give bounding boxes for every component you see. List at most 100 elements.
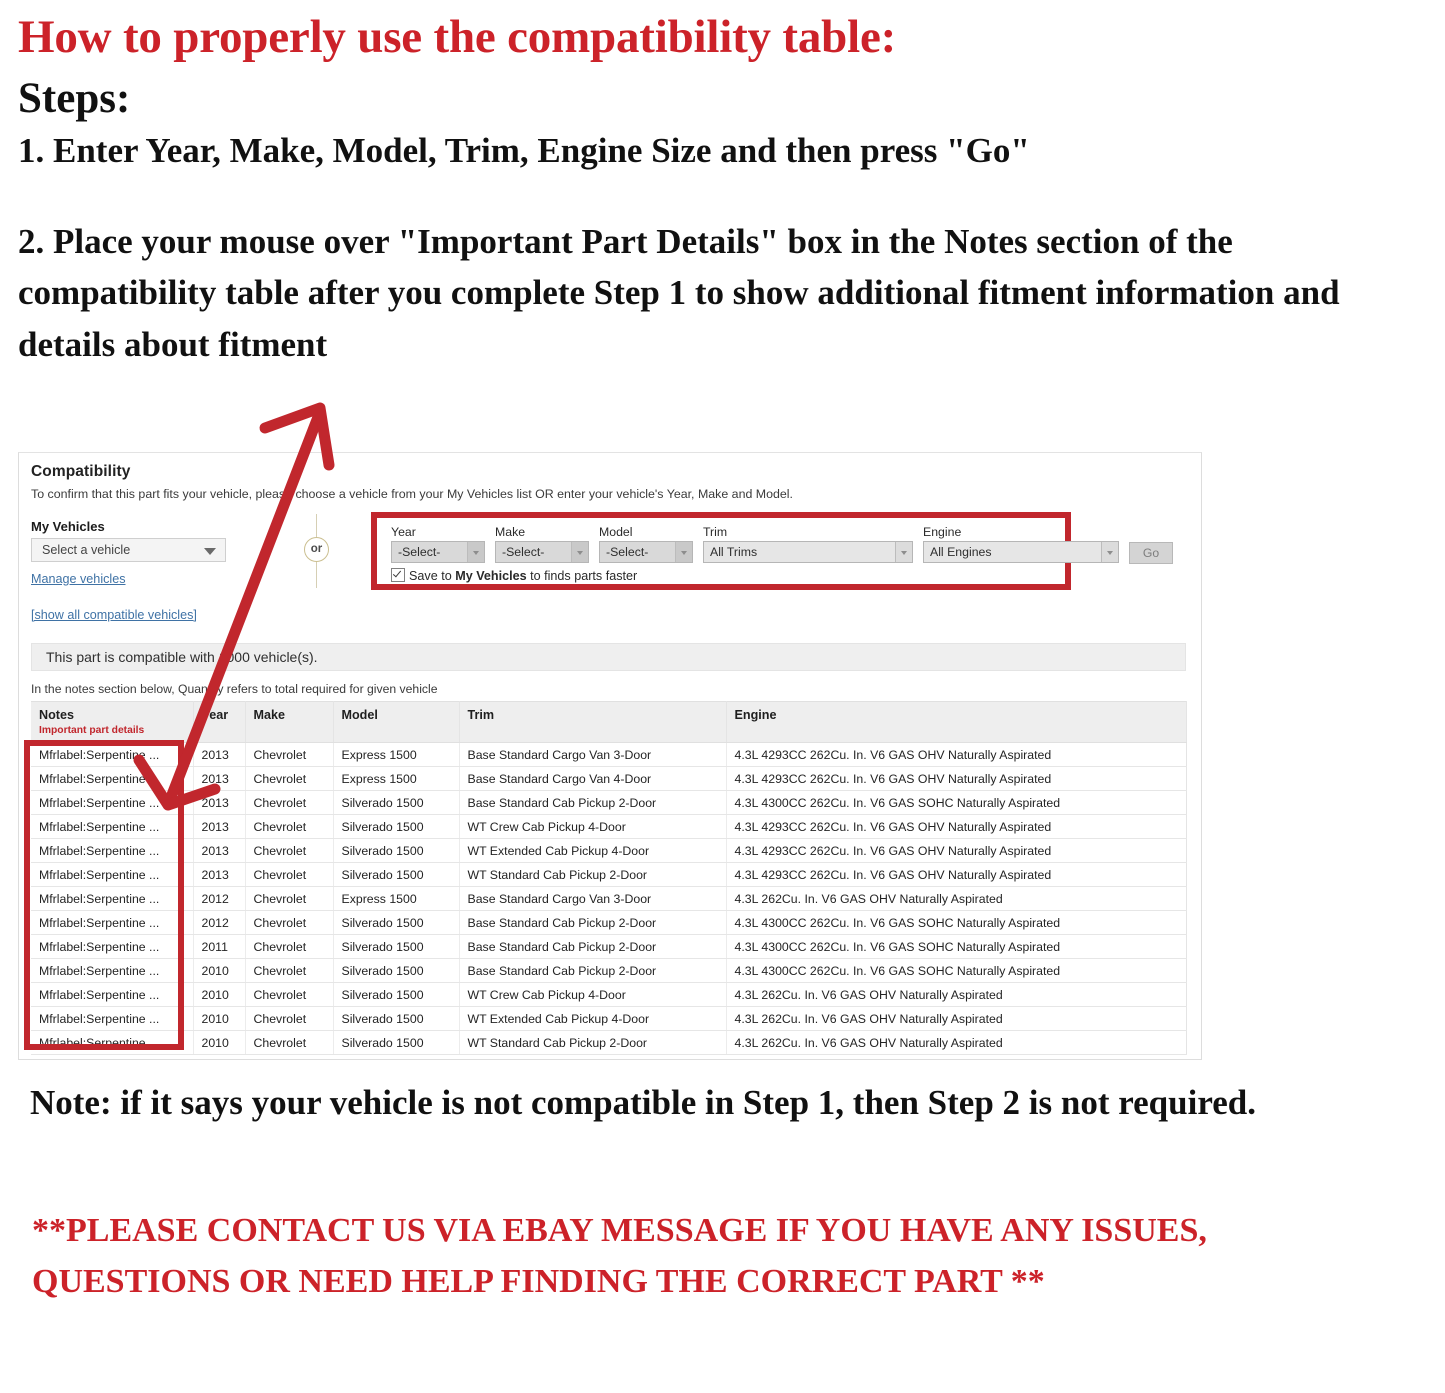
cell-make: Chevrolet: [245, 862, 334, 887]
important-part-details-label[interactable]: Important part details: [39, 725, 193, 736]
cell-trim: WT Crew Cab Pickup 4-Door: [459, 814, 727, 839]
table-row: Mfrlabel:Serpentine ... 2012 Chevrolet Expr…: [31, 886, 1187, 911]
contact-us-message: **PLEASE CONTACT US VIA EBAY MESSAGE IF …: [32, 1212, 1207, 1300]
cell-make: Chevrolet: [245, 766, 334, 791]
cell-trim: WT Extended Cab Pickup 4-Door: [459, 1006, 727, 1031]
col-header-year: Year: [193, 701, 246, 743]
table-row: Mfrlabel:Serpentine ... 2010 Chevrolet Silv…: [31, 1006, 1187, 1031]
table-row: Mfrlabel:Serpentine ... 2013 Chevrolet Silv…: [31, 790, 1187, 815]
cell-model: Silverado 1500: [333, 1006, 460, 1031]
save-to-my-vehicles-checkbox[interactable]: [391, 568, 405, 582]
make-select[interactable]: -Select-: [495, 541, 589, 563]
cell-engine: 4.3L 262Cu. In. V6 GAS OHV Naturally Asp…: [726, 1030, 1187, 1055]
cell-trim: WT Standard Cab Pickup 2-Door: [459, 862, 727, 887]
year-field: Year -Select-: [391, 525, 485, 563]
cell-engine: 4.3L 4293CC 262Cu. In. V6 GAS OHV Natura…: [726, 814, 1187, 839]
year-select[interactable]: -Select-: [391, 541, 485, 563]
trim-select[interactable]: All Trims: [703, 541, 913, 563]
cell-engine: 4.3L 4293CC 262Cu. In. V6 GAS OHV Natura…: [726, 862, 1187, 887]
fitment-table: Notes Important part details Year Make M…: [31, 701, 1187, 1055]
cell-notes[interactable]: Mfrlabel:Serpentine ...: [31, 838, 194, 863]
cell-model: Silverado 1500: [333, 790, 460, 815]
cell-make: Chevrolet: [245, 1006, 334, 1031]
cell-trim: WT Extended Cab Pickup 4-Door: [459, 838, 727, 863]
cell-notes[interactable]: Mfrlabel:Serpentine ...: [31, 1030, 194, 1055]
go-button[interactable]: Go: [1129, 542, 1173, 564]
notes-quantity-hint: In the notes section below, Quantity ref…: [31, 682, 438, 696]
cell-year: 2011: [193, 934, 246, 959]
cell-trim: WT Crew Cab Pickup 4-Door: [459, 982, 727, 1007]
cell-notes[interactable]: Mfrlabel:Serpentine ...: [31, 1006, 194, 1031]
cell-notes[interactable]: Mfrlabel:Serpentine ...: [31, 982, 194, 1007]
step-1-text: 1. Enter Year, Make, Model, Trim, Engine…: [18, 130, 1030, 170]
cell-trim: Base Standard Cargo Van 3-Door: [459, 886, 727, 911]
save-my-vehicles-bold: My Vehicles: [455, 569, 527, 583]
cell-notes[interactable]: Mfrlabel:Serpentine ...: [31, 910, 194, 935]
compatibility-note: Note: if it says your vehicle is not com…: [30, 1083, 1256, 1122]
cell-model: Silverado 1500: [333, 814, 460, 839]
my-vehicles-label: My Vehicles: [31, 519, 105, 534]
cell-year: 2013: [193, 814, 246, 839]
cell-engine: 4.3L 4293CC 262Cu. In. V6 GAS OHV Natura…: [726, 838, 1187, 863]
trim-select-value: All Trims: [710, 545, 758, 559]
cell-model: Express 1500: [333, 766, 460, 791]
col-header-model: Model: [333, 701, 460, 743]
cell-engine: 4.3L 262Cu. In. V6 GAS OHV Naturally Asp…: [726, 886, 1187, 911]
engine-select[interactable]: All Engines: [923, 541, 1119, 563]
cell-notes[interactable]: Mfrlabel:Serpentine ...: [31, 790, 194, 815]
cell-notes[interactable]: Mfrlabel:Serpentine ...: [31, 934, 194, 959]
save-suffix-label: to finds parts faster: [526, 569, 638, 583]
cell-notes[interactable]: Mfrlabel:Serpentine ...: [31, 766, 194, 791]
cell-make: Chevrolet: [245, 790, 334, 815]
cell-year: 2012: [193, 886, 246, 911]
make-label: Make: [495, 525, 526, 539]
cell-notes[interactable]: Mfrlabel:Serpentine ...: [31, 862, 194, 887]
table-row: Mfrlabel:Serpentine ... 2013 Chevrolet Silv…: [31, 862, 1187, 887]
my-vehicles-select[interactable]: Select a vehicle: [31, 538, 226, 562]
model-select-value: -Select-: [606, 545, 649, 559]
cell-trim: Base Standard Cab Pickup 2-Door: [459, 790, 727, 815]
cell-notes[interactable]: Mfrlabel:Serpentine ...: [31, 814, 194, 839]
manage-vehicles-link[interactable]: Manage vehicles: [31, 572, 126, 586]
my-vehicles-select-value: Select a vehicle: [42, 543, 131, 557]
trim-field: Trim All Trims: [703, 525, 913, 563]
model-select[interactable]: -Select-: [599, 541, 693, 563]
show-all-compatible-vehicles-link[interactable]: [show all compatible vehicles]: [31, 608, 197, 622]
cell-year: 2013: [193, 790, 246, 815]
cell-notes[interactable]: Mfrlabel:Serpentine ...: [31, 958, 194, 983]
cell-make: Chevrolet: [245, 814, 334, 839]
engine-field: Engine All Engines: [923, 525, 1119, 563]
cell-model: Silverado 1500: [333, 958, 460, 983]
cell-trim: Base Standard Cargo Van 4-Door: [459, 766, 727, 791]
year-select-value: -Select-: [398, 545, 441, 559]
cell-model: Silverado 1500: [333, 838, 460, 863]
cell-engine: 4.3L 4293CC 262Cu. In. V6 GAS OHV Natura…: [726, 766, 1187, 791]
table-row: Mfrlabel:Serpentine ... 2013 Chevrolet Expr…: [31, 742, 1187, 767]
cell-notes[interactable]: Mfrlabel:Serpentine ...: [31, 742, 194, 767]
table-row: Mfrlabel:Serpentine ... 2010 Chevrolet Silv…: [31, 1030, 1187, 1055]
col-header-notes-label: Notes: [39, 708, 74, 722]
cell-engine: 4.3L 262Cu. In. V6 GAS OHV Naturally Asp…: [726, 1006, 1187, 1031]
save-to-my-vehicles-row[interactable]: Save to My Vehicles to finds parts faste…: [391, 568, 637, 583]
table-row: Mfrlabel:Serpentine ... 2011 Chevrolet Silv…: [31, 934, 1187, 959]
cell-engine: 4.3L 4293CC 262Cu. In. V6 GAS OHV Natura…: [726, 742, 1187, 767]
cell-year: 2010: [193, 1030, 246, 1055]
engine-dropdown-arrow-icon[interactable]: [1101, 542, 1118, 562]
compatibility-heading: Compatibility: [31, 463, 131, 480]
save-prefix-label: Save to: [409, 569, 456, 583]
col-header-notes: Notes Important part details: [31, 701, 194, 743]
table-row: Mfrlabel:Serpentine ... 2013 Chevrolet Expr…: [31, 766, 1187, 791]
cell-notes[interactable]: Mfrlabel:Serpentine ...: [31, 886, 194, 911]
col-header-make: Make: [245, 701, 334, 743]
table-row: Mfrlabel:Serpentine ... 2010 Chevrolet Silv…: [31, 982, 1187, 1007]
make-dropdown-arrow-icon[interactable]: [571, 542, 588, 562]
cell-make: Chevrolet: [245, 1030, 334, 1055]
model-dropdown-arrow-icon[interactable]: [675, 542, 692, 562]
trim-dropdown-arrow-icon[interactable]: [895, 542, 912, 562]
year-dropdown-arrow-icon[interactable]: [467, 542, 484, 562]
or-divider-label: or: [304, 537, 329, 562]
cell-model: Express 1500: [333, 742, 460, 767]
col-header-engine: Engine: [726, 701, 1187, 743]
page-title: How to properly use the compatibility ta…: [18, 11, 897, 63]
cell-engine: 4.3L 4300CC 262Cu. In. V6 GAS SOHC Natur…: [726, 910, 1187, 935]
